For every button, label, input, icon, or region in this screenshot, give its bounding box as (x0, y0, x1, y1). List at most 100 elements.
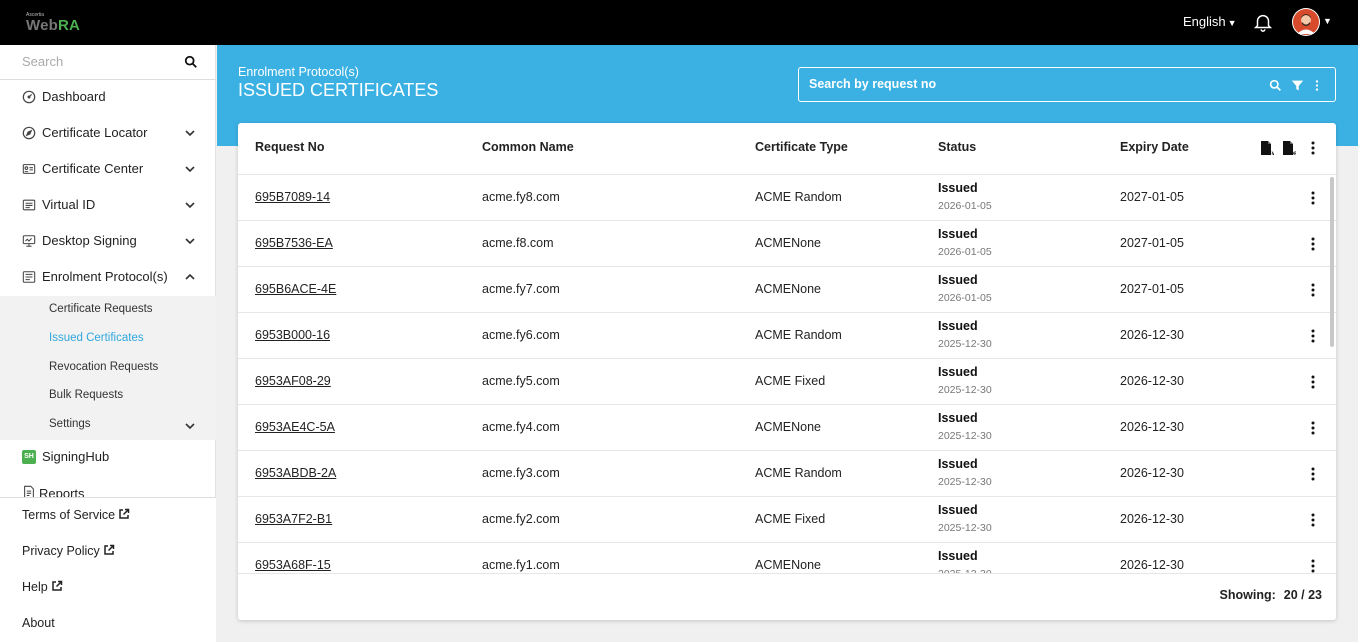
submenu-item-label: Bulk Requests (49, 389, 124, 401)
avatar[interactable] (1292, 8, 1320, 36)
privacy-policy-link[interactable]: Privacy Policy (22, 544, 115, 558)
certificate-type-cell: ACME Random (755, 328, 842, 342)
request-no-link[interactable]: 695B7089-14 (255, 190, 330, 204)
sidebar-search (0, 45, 216, 80)
caret-down-icon: ▼ (1227, 18, 1237, 28)
sidebar-search-input[interactable] (22, 54, 172, 69)
table-row[interactable]: 6953AF08-29 acme.fy5.com ACME Fixed Issued 2… (238, 359, 1336, 405)
request-no-link[interactable]: 6953AE4C-5A (255, 420, 335, 434)
status-cell: Issued (938, 411, 978, 425)
sidebar-item-certificate-locator[interactable]: Certificate Locator (0, 115, 216, 151)
row-actions-kebab-icon[interactable] (1308, 419, 1318, 437)
help-label: Help (22, 580, 48, 594)
sidebar-item-label: Reports (39, 486, 85, 497)
request-search-input[interactable] (809, 77, 1249, 91)
submenu-item-issued-certificates[interactable]: Issued Certificates (0, 325, 216, 353)
enrolment-protocols-submenu: Certificate Requests Issued Certificates… (0, 296, 216, 440)
submenu-item-revocation-requests[interactable]: Revocation Requests (0, 354, 216, 382)
row-actions-kebab-icon[interactable] (1308, 189, 1318, 207)
row-actions-kebab-icon[interactable] (1308, 373, 1318, 391)
chevron-down-icon[interactable] (184, 127, 196, 139)
sidebar: Dashboard Certificate Locator Certificat… (0, 45, 216, 642)
table-row[interactable]: 6953A68F-15 acme.fy1.com ACMENone Issued 202… (238, 543, 1336, 573)
sidebar-item-reports[interactable]: Reports (0, 475, 216, 497)
privacy-label: Privacy Policy (22, 544, 100, 558)
search-icon[interactable] (1269, 79, 1282, 92)
column-header-request-no[interactable]: Request No (255, 140, 324, 154)
column-header-common-name[interactable]: Common Name (482, 140, 574, 154)
submenu-item-settings[interactable]: Settings (0, 411, 216, 439)
status-date-cell: 2025-12-30 (938, 338, 992, 350)
request-no-link[interactable]: 6953A7F2-B1 (255, 512, 332, 526)
table-row[interactable]: 6953ABDB-2A acme.fy3.com ACME Random Issued… (238, 451, 1336, 497)
external-link-icon (119, 508, 130, 519)
common-name-cell: acme.f8.com (482, 236, 554, 250)
request-no-link[interactable]: 695B7536-EA (255, 236, 333, 250)
submenu-item-bulk-requests[interactable]: Bulk Requests (0, 382, 216, 410)
request-no-link[interactable]: 6953B000-16 (255, 328, 330, 342)
chevron-down-icon[interactable] (184, 163, 196, 175)
chevron-down-icon[interactable] (184, 199, 196, 211)
expiry-date-cell: 2026-12-30 (1120, 466, 1184, 480)
status-cell: Issued (938, 273, 978, 287)
table-scrollbar[interactable] (1330, 177, 1334, 347)
row-actions-kebab-icon[interactable] (1308, 511, 1318, 529)
sidebar-item-desktop-signing[interactable]: Desktop Signing (0, 223, 216, 259)
terms-label: Terms of Service (22, 508, 116, 522)
sidebar-item-virtual-id[interactable]: Virtual ID (0, 187, 216, 223)
sidebar-item-signinghub[interactable]: SH SigningHub (0, 439, 216, 475)
status-cell: Issued (938, 503, 978, 517)
row-actions-kebab-icon[interactable] (1308, 235, 1318, 253)
table-row[interactable]: 695B6ACE-4E acme.fy7.com ACMENone Issued 202… (238, 267, 1336, 313)
common-name-cell: acme.fy2.com (482, 512, 560, 526)
column-header-certificate-type[interactable]: Certificate Type (755, 140, 848, 154)
chevron-down-icon[interactable] (184, 420, 196, 432)
table-footer: Showing: 20 / 23 (238, 573, 1336, 620)
certificate-card-icon (22, 164, 36, 174)
row-actions-kebab-icon[interactable] (1308, 465, 1318, 483)
request-no-link[interactable]: 695B6ACE-4E (255, 282, 336, 296)
about-link[interactable]: About (22, 616, 55, 630)
status-cell: Issued (938, 319, 978, 333)
terms-of-service-link[interactable]: Terms of Service (22, 508, 130, 522)
search-icon[interactable] (184, 55, 198, 69)
row-actions-kebab-icon[interactable] (1308, 281, 1318, 299)
row-actions-kebab-icon[interactable] (1308, 557, 1318, 573)
row-actions-kebab-icon[interactable] (1308, 327, 1318, 345)
submenu-item-label: Settings (49, 418, 91, 430)
common-name-cell: acme.fy1.com (482, 558, 560, 572)
status-date-cell: 2025-12-30 (938, 430, 992, 442)
help-link[interactable]: Help (22, 580, 63, 594)
column-header-status[interactable]: Status (938, 140, 976, 154)
table-row[interactable]: 6953B000-16 acme.fy6.com ACME Random Issued… (238, 313, 1336, 359)
pdf-export-icon[interactable]: PDF (1282, 140, 1296, 156)
csv-export-icon[interactable]: CSV (1260, 140, 1274, 156)
kebab-icon[interactable] (1313, 79, 1321, 92)
status-date-cell: 2025-12-30 (938, 476, 992, 488)
submenu-item-certificate-requests[interactable]: Certificate Requests (0, 296, 216, 324)
table-row[interactable]: 6953A7F2-B1 acme.fy2.com ACME Fixed Issued 2… (238, 497, 1336, 543)
request-no-link[interactable]: 6953AF08-29 (255, 374, 331, 388)
chevron-up-icon[interactable] (184, 271, 196, 283)
table-row[interactable]: 6953AE4C-5A acme.fy4.com ACMENone Issued 202… (238, 405, 1336, 451)
expiry-date-cell: 2027-01-05 (1120, 236, 1184, 250)
breadcrumb[interactable]: Enrolment Protocol(s) (238, 65, 359, 79)
expiry-date-cell: 2026-12-30 (1120, 420, 1184, 434)
column-header-expiry-date[interactable]: Expiry Date (1120, 140, 1189, 154)
sidebar-item-enrolment-protocols[interactable]: Enrolment Protocol(s) (0, 259, 216, 295)
request-no-link[interactable]: 6953A68F-15 (255, 558, 331, 572)
signinghub-icon: SH (22, 450, 36, 464)
request-no-link[interactable]: 6953ABDB-2A (255, 466, 336, 480)
sidebar-item-certificate-center[interactable]: Certificate Center (0, 151, 216, 187)
reports-icon (24, 485, 34, 497)
filter-icon[interactable] (1291, 79, 1304, 92)
table-row[interactable]: 695B7536-EA acme.f8.com ACMENone Issued 2026… (238, 221, 1336, 267)
showing-count: 20 / 23 (1283, 588, 1322, 602)
avatar-caret-icon[interactable]: ▼ (1323, 16, 1332, 26)
language-selector[interactable]: English ▼ (1183, 14, 1237, 29)
sidebar-item-dashboard[interactable]: Dashboard (0, 79, 216, 115)
chevron-down-icon[interactable] (184, 235, 196, 247)
kebab-icon[interactable] (1308, 140, 1318, 156)
bell-icon[interactable] (1252, 11, 1274, 33)
table-row[interactable]: 695B7089-14 acme.fy8.com ACME Random Issued… (238, 175, 1336, 221)
